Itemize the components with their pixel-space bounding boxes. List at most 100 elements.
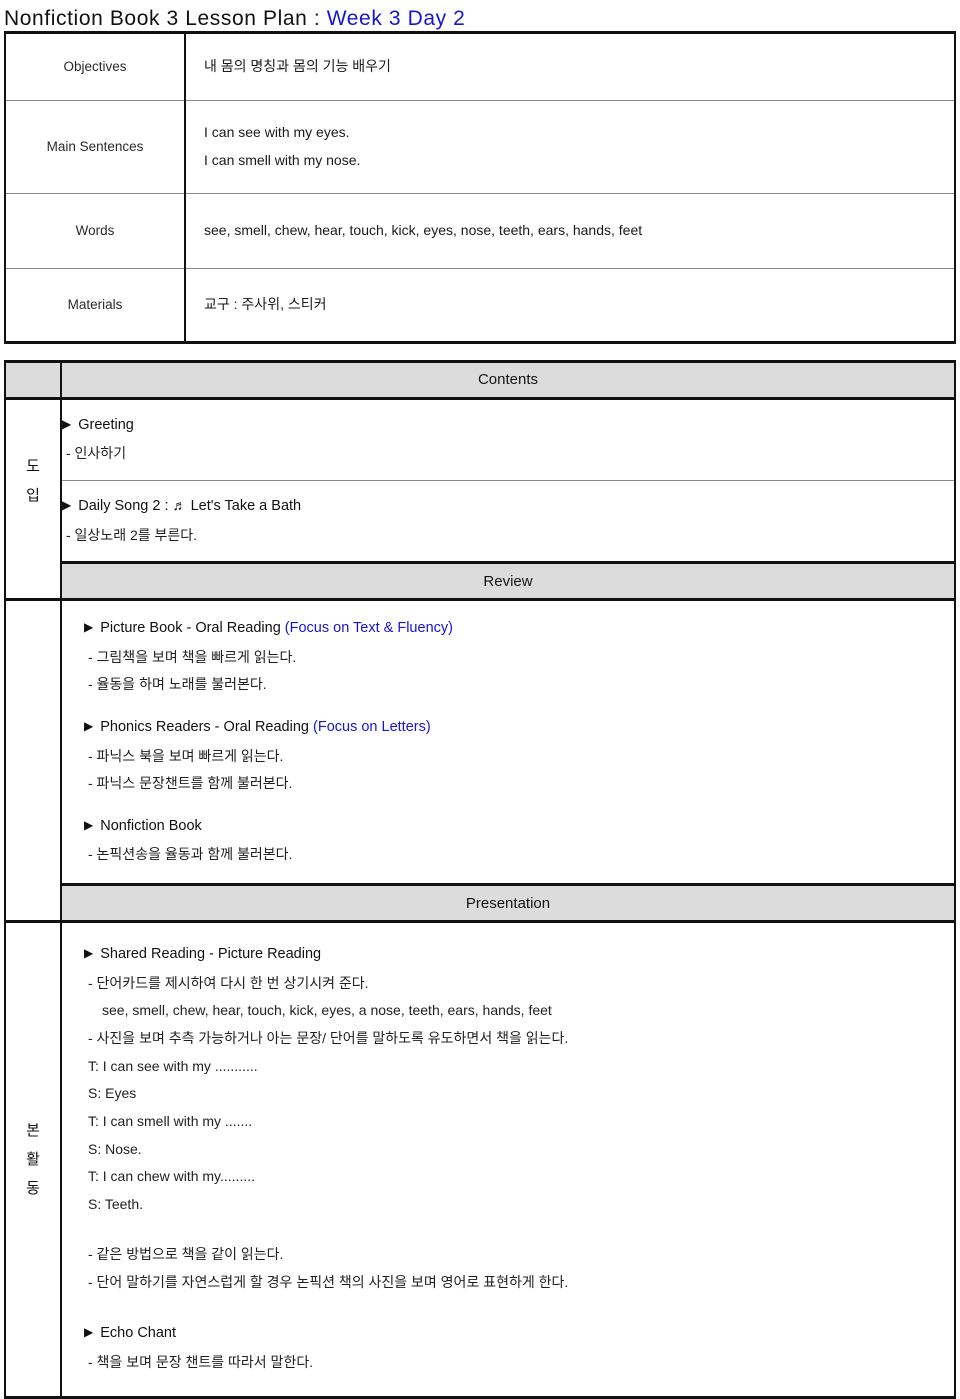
stage-label-intro: 도 입	[8, 459, 58, 503]
table-row-objectives: Objectives 내 몸의 명칭과 몸의 기능 배우기	[5, 32, 955, 101]
phonics-readers-line-1: - 파닉스 북을 보며 빠르게 읽는다.	[88, 747, 284, 764]
dialogue-line-t3: T: I can chew with my.........	[88, 1168, 256, 1185]
heading-daily-song-prefix: Daily Song 2 :	[78, 498, 173, 515]
heading-daily-song: ▶ Daily Song 2 : ♬ Let's Take a Bath	[62, 491, 954, 521]
stage-intro-char-2: 입	[26, 487, 40, 505]
stage-main-char-1: 본	[26, 1122, 40, 1140]
echo-chant-line-1: - 책을 보며 문장 챈트를 따라서 말한다.	[88, 1353, 314, 1370]
intro-blocks: ▶ Greeting - 인사하기 ▶ Daily Song 2 : ♬ Let's…	[62, 400, 954, 562]
triangle-right-icon: ▶	[84, 620, 94, 635]
heading-daily-song-suffix: Let's Take a Bath	[186, 498, 302, 515]
table-row-presentation-body: 본 활 동 ▶ Shared Reading - Picture Reading …	[5, 921, 955, 1398]
heading-echo-chant: ▶ Echo Chant	[84, 1318, 954, 1348]
main-sentence-1: I can see with my eyes.	[204, 124, 350, 141]
table-row-review-body: ▶ Picture Book - Oral Reading (Focus on T…	[5, 599, 955, 885]
greeting-cell: ▶ Greeting - 인사하기	[62, 400, 954, 481]
heading-phonics-readers: ▶ Phonics Readers - Oral Reading (Focus o…	[84, 712, 954, 742]
daily-song-line-1: - 일상노래 2를 부른다.	[66, 526, 198, 543]
table-row-review-banner: Review	[5, 561, 955, 602]
heading-nonfiction-book-text: Nonfiction Book	[100, 818, 202, 834]
presentation-content-cell: ▶ Shared Reading - Picture Reading - 단어카드…	[61, 922, 955, 1398]
intro-content-cell: ▶ Greeting - 인사하기 ▶ Daily Song 2 : ♬ Let's…	[61, 399, 955, 563]
triangle-right-icon: ▶	[62, 417, 72, 431]
stage-main-char-3: 동	[26, 1180, 40, 1198]
heading-echo-chant-text: Echo Chant	[100, 1325, 177, 1342]
label-words: Words	[5, 193, 186, 269]
lesson-plan-table: Contents 도 입 ▶ Greeting - 인사하기 ▶ Daily S…	[4, 360, 956, 1399]
picture-book-line-2: - 율동을 하며 노래를 불러본다.	[88, 676, 267, 693]
stage-intro-char-1: 도	[26, 458, 40, 476]
dialogue-line-s3: S: Teeth.	[88, 1196, 144, 1213]
shared-reading-word-list: see, smell, chew, hear, touch, kick, eye…	[102, 1002, 552, 1019]
heading-nonfiction-book: ▶ Nonfiction Book	[84, 811, 954, 841]
heading-shared-reading: ▶ Shared Reading - Picture Reading	[84, 939, 954, 969]
stage-cell-main: 본 활 동	[5, 921, 62, 1398]
heading-phonics-readers-text: Phonics Readers - Oral Reading	[100, 719, 314, 736]
label-objectives: Objectives	[5, 32, 186, 101]
stage-cell-presentation-spacer	[5, 884, 62, 924]
stage-cell-review-spacer	[5, 562, 62, 602]
shared-reading-line-1: - 단어카드를 제시하여 다시 한 번 상기시켜 준다.	[88, 974, 369, 991]
page-title-accent: Week 3 Day 2	[326, 7, 466, 30]
objectives-line-1: 내 몸의 명칭과 몸의 기능 배우기	[204, 58, 391, 75]
heading-shared-reading-text: Shared Reading - Picture Reading	[100, 946, 322, 963]
words-line-1: see, smell, chew, hear, touch, kick, eye…	[204, 222, 643, 239]
intro-block-greeting: ▶ Greeting - 인사하기	[62, 400, 954, 481]
stage-cell-intro: 도 입	[5, 398, 62, 563]
intro-block-daily-song: ▶ Daily Song 2 : ♬ Let's Take a Bath - 일상…	[62, 480, 954, 562]
table-row-words: Words see, smell, chew, hear, touch, kic…	[5, 193, 955, 269]
main-sentence-2: I can smell with my nose.	[204, 152, 361, 168]
table-row-materials: Materials 교구 : 주사위, 스티커	[5, 268, 955, 343]
materials-line-1: 교구 : 주사위, 스티커	[204, 296, 327, 313]
value-words: see, smell, chew, hear, touch, kick, eye…	[185, 193, 955, 269]
stage-main-char-2: 활	[26, 1151, 40, 1169]
triangle-right-icon: ▶	[84, 946, 94, 961]
lesson-plan-page: Nonfiction Book 3 Lesson Plan : Week 3 D…	[0, 0, 960, 1399]
greeting-line-1: - 인사하기	[66, 445, 127, 462]
triangle-right-icon: ▶	[84, 719, 94, 734]
page-title: Nonfiction Book 3 Lesson Plan : Week 3 D…	[0, 0, 960, 31]
table-row-main-sentences: Main Sentences I can see with my eyes. I…	[5, 100, 955, 194]
phonics-readers-line-2: - 파닉스 문장챈트를 함께 불러본다.	[88, 775, 293, 792]
triangle-right-icon: ▶	[84, 818, 94, 832]
music-note-icon: ♬	[172, 497, 187, 514]
value-main-sentences: I can see with my eyes. I can smell with…	[185, 100, 955, 194]
banner-presentation: Presentation	[61, 883, 955, 924]
heading-picture-book-focus: (Focus on Text & Fluency)	[284, 620, 453, 637]
heading-phonics-readers-focus: (Focus on Letters)	[313, 719, 431, 736]
heading-picture-book: ▶ Picture Book - Oral Reading (Focus on T…	[84, 613, 954, 643]
label-main-sentences: Main Sentences	[5, 100, 186, 194]
picture-book-line-1: - 그림책을 보며 책을 빠르게 읽는다.	[88, 648, 297, 665]
heading-picture-book-text: Picture Book - Oral Reading	[100, 620, 285, 637]
shared-reading-after-line-2: - 단어 말하기를 자연스럽게 할 경우 논픽션 책의 사진을 보며 영어로 표…	[88, 1273, 569, 1290]
triangle-right-icon: ▶	[62, 498, 72, 513]
dialogue-line-t1: T: I can see with my ...........	[88, 1057, 258, 1074]
stage-label-main: 본 활 동	[8, 1123, 58, 1196]
dialogue-line-t2: T: I can smell with my .......	[88, 1113, 253, 1130]
review-content-cell: ▶ Picture Book - Oral Reading (Focus on T…	[61, 600, 955, 885]
table-row-intro: 도 입 ▶ Greeting - 인사하기 ▶ Daily Song 2: ♬…	[5, 398, 955, 563]
dialogue-line-s1: S: Eyes	[88, 1085, 137, 1102]
banner-contents: Contents	[61, 361, 955, 400]
stage-cell-empty	[5, 361, 62, 400]
banner-review: Review	[61, 561, 955, 602]
table-row-contents-banner: Contents	[5, 361, 955, 400]
label-materials: Materials	[5, 268, 186, 343]
shared-reading-after-line-1: - 같은 방법으로 책을 같이 읽는다.	[88, 1245, 284, 1262]
table-row-presentation-banner: Presentation	[5, 883, 955, 924]
heading-greeting: ▶ Greeting	[62, 410, 954, 440]
value-objectives: 내 몸의 명칭과 몸의 기능 배우기	[185, 33, 955, 101]
page-title-main: Nonfiction Book 3 Lesson Plan :	[4, 7, 327, 30]
value-materials: 교구 : 주사위, 스티커	[185, 268, 955, 343]
lesson-info-table: Objectives 내 몸의 명칭과 몸의 기능 배우기 Main Sente…	[4, 31, 956, 344]
dialogue-line-s2: S: Nose.	[88, 1140, 142, 1157]
triangle-right-icon: ▶	[84, 1325, 94, 1340]
nonfiction-book-line-1: - 논픽션송을 율동과 함께 불러본다.	[88, 846, 293, 863]
stage-cell-review-empty	[5, 599, 62, 885]
shared-reading-line-3: - 사진을 보며 추측 가능하거나 아는 문장/ 단어를 말하도록 유도하면서 …	[88, 1030, 569, 1046]
heading-greeting-text: Greeting	[78, 417, 134, 433]
